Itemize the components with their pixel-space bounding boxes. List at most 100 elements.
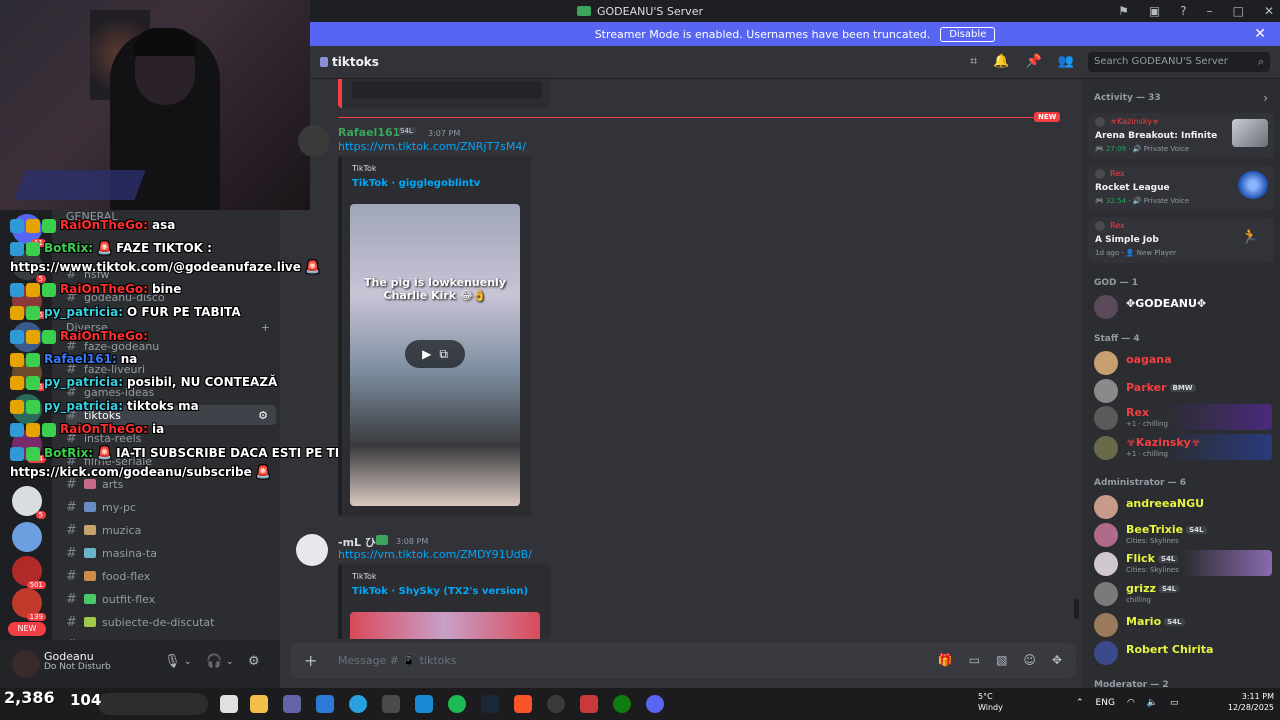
add-attachment-icon[interactable]: +	[304, 651, 317, 670]
member-avatar	[1094, 582, 1118, 606]
wifi-icon[interactable]: ◠	[1127, 698, 1135, 708]
battery-icon[interactable]: ▭	[1170, 698, 1179, 708]
video-play-controls[interactable]: ▶ ⧉	[405, 340, 465, 368]
message-avatar[interactable]	[296, 534, 328, 566]
tiktok-embed: TikTok TikTok · ShySky (TX2's version)	[338, 564, 551, 639]
video-thumbnail[interactable]: The pig is lowkenuenly Charlie Kirk 😂👌 ▶…	[350, 204, 520, 506]
search-input[interactable]: Search GODEANU'S Server ⌕	[1088, 52, 1270, 72]
video-thumbnail[interactable]	[350, 612, 540, 639]
user-avatar[interactable]	[12, 650, 40, 678]
server-icon[interactable]	[12, 522, 42, 552]
spotify-icon[interactable]	[448, 695, 466, 713]
member-avatar	[1094, 436, 1118, 460]
activity-card[interactable]: Rex Rocket League 🎮 32:54 · 🔊 Private Vo…	[1088, 165, 1274, 211]
file-explorer-icon[interactable]	[250, 695, 268, 713]
obs-icon[interactable]	[547, 695, 565, 713]
activity-game: A Simple Job	[1095, 235, 1159, 245]
activity-time: 27:09	[1105, 145, 1127, 153]
activity-card[interactable]: Rex A Simple Job 1d ago · 👤 New Player 🏃	[1088, 217, 1274, 263]
threads-icon[interactable]: ⌗	[970, 54, 977, 69]
activity-voice: New Player	[1136, 249, 1177, 257]
close-banner-icon[interactable]: ✕	[1254, 26, 1266, 42]
microphone-icon[interactable]: 🎙	[164, 654, 181, 669]
channel-item[interactable]: # subiecte-de-discutat	[66, 612, 276, 632]
scrollbar[interactable]	[1074, 599, 1079, 619]
chevron-right-icon[interactable]: ›	[1263, 91, 1268, 105]
pin-icon[interactable]: 📌	[1026, 54, 1042, 69]
gift-icon[interactable]: 🎁	[938, 653, 953, 667]
bell-icon[interactable]: 🔔	[993, 54, 1009, 69]
message-author[interactable]: Rafael161	[338, 126, 400, 139]
external-link-icon[interactable]: ⧉	[439, 347, 448, 362]
inbox-flag-icon[interactable]: ⚑	[1118, 4, 1129, 18]
store-icon[interactable]	[316, 695, 334, 713]
discord-icon[interactable]	[646, 695, 664, 713]
embed-title[interactable]: TikTok · gigglegoblintv	[352, 178, 480, 189]
members-icon[interactable]: 👥	[1058, 54, 1074, 69]
gif-icon[interactable]: ▭	[969, 653, 980, 667]
member-item[interactable]: Flick S4L Cities: Skylines	[1092, 550, 1272, 576]
minimize-icon[interactable]: –	[1207, 4, 1213, 18]
apps-icon[interactable]: ✥	[1052, 653, 1062, 667]
chevron-down-icon[interactable]: ⌄	[226, 657, 234, 667]
help-icon[interactable]: ?	[1180, 4, 1186, 18]
member-status: +1 · chilling	[1126, 420, 1168, 428]
composer-placeholder: Message # 📱 tiktoks	[338, 654, 457, 667]
chat-badges	[10, 352, 40, 367]
close-window-icon[interactable]: ✕	[1264, 4, 1274, 18]
activity-avatar	[1095, 221, 1105, 231]
member-item[interactable]: Parker BMW	[1092, 377, 1272, 403]
channel-item[interactable]: # food-flex	[66, 566, 276, 586]
member-item[interactable]: ☣Kazinsky☣ +1 · chilling	[1092, 434, 1272, 460]
language-indicator[interactable]: ENG	[1096, 698, 1115, 708]
weather-widget[interactable]: 5°C Windy	[978, 691, 1003, 713]
volume-icon[interactable]: 🔈	[1147, 698, 1158, 708]
app-icon[interactable]	[580, 695, 598, 713]
settings-gear-icon[interactable]: ⚙	[248, 654, 260, 669]
member-item[interactable]: BeeTrixie S4L Cities: Skylines	[1092, 521, 1272, 547]
message-link[interactable]: https://vm.tiktok.com/ZNRjT7sM4/	[338, 140, 526, 153]
sticker-icon[interactable]: ▧	[996, 653, 1007, 667]
windows-icon[interactable]	[415, 695, 433, 713]
message-composer[interactable]: + Message # 📱 tiktoks 🎁 ▭ ▧ ☺ ✥	[290, 643, 1076, 679]
embed-title[interactable]: TikTok · ShySky (TX2's version)	[352, 586, 528, 597]
channel-item[interactable]: # muzica	[66, 520, 276, 540]
monitor-icon[interactable]: ▣	[1149, 4, 1160, 18]
member-item[interactable]: oagana	[1092, 349, 1272, 375]
chevron-up-icon[interactable]: ⌃	[1076, 698, 1084, 708]
play-icon[interactable]: ▶	[422, 347, 431, 361]
edge-icon[interactable]	[349, 695, 367, 713]
taskbar-search[interactable]	[98, 693, 208, 715]
channel-emoji-icon	[84, 525, 96, 535]
member-item[interactable]: ✥GODEANU✥	[1092, 293, 1272, 319]
chat-username: BotRix:	[44, 241, 94, 255]
member-name: ✥GODEANU✥	[1126, 297, 1207, 310]
clock[interactable]: 3:11 PM 12/28/2025	[1218, 691, 1274, 713]
stream-chat-overlay: RaiOnTheGo: asa BotRix: 🚨 FAZE TIKTOK : ht…	[0, 210, 461, 510]
member-item[interactable]: Rex +1 · chilling	[1092, 404, 1272, 430]
channel-item[interactable]: # masina-ta	[66, 543, 276, 563]
teams-icon[interactable]	[283, 695, 301, 713]
channel-item[interactable]: # outfit-flex	[66, 589, 276, 609]
maximize-icon[interactable]: □	[1233, 4, 1244, 18]
member-item[interactable]: Mario S4L	[1092, 611, 1272, 637]
server-icon[interactable]: 139	[12, 588, 46, 621]
viewer-count: 2,386	[4, 688, 55, 707]
xbox-icon[interactable]	[613, 695, 631, 713]
message-avatar[interactable]	[298, 125, 330, 157]
headphones-icon[interactable]: 🎧	[206, 654, 222, 669]
app-icon[interactable]	[382, 695, 400, 713]
task-view-icon[interactable]	[220, 695, 238, 713]
new-unreads-pill[interactable]: NEW	[8, 622, 46, 636]
member-item[interactable]: andreeaNGU	[1092, 493, 1272, 519]
emoji-icon[interactable]: ☺	[1023, 653, 1036, 667]
steam-icon[interactable]	[481, 695, 499, 713]
brave-icon[interactable]	[514, 695, 532, 713]
activity-card[interactable]: ☣Kazinsky☣ Arena Breakout: Infinite 🎮 27…	[1088, 113, 1274, 159]
server-icon[interactable]: 501	[12, 556, 46, 589]
message-link[interactable]: https://vm.tiktok.com/ZMDY91UdB/	[338, 548, 532, 561]
member-item[interactable]: Robert Chirita	[1092, 639, 1272, 665]
member-item[interactable]: grizz S4L chilling	[1092, 580, 1272, 606]
disable-button[interactable]: Disable	[940, 26, 996, 42]
chevron-down-icon[interactable]: ⌄	[184, 657, 192, 667]
